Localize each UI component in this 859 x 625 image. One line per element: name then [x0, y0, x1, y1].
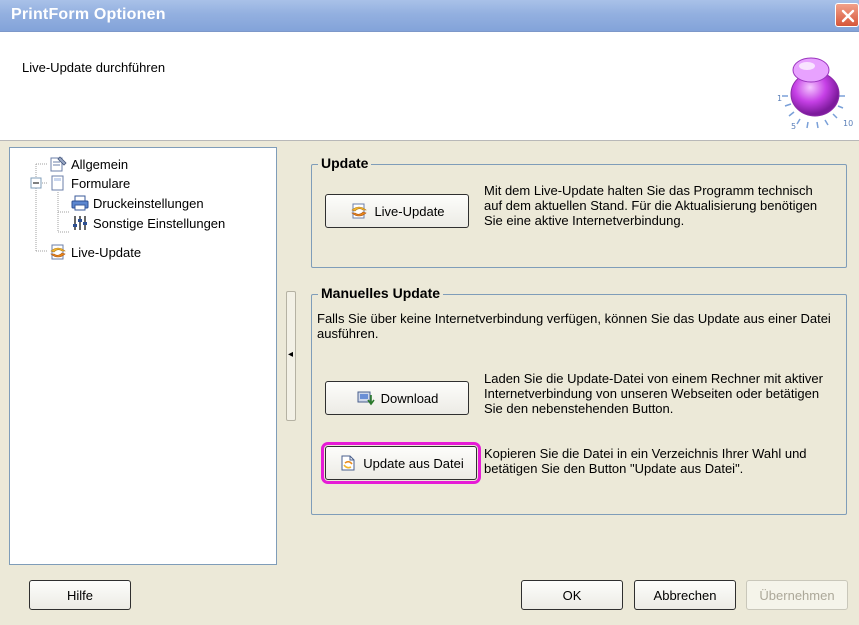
live-update-icon [50, 244, 66, 260]
manual-update-group-legend: Manuelles Update [318, 285, 444, 301]
tree-item-label: Druckeinstellungen [93, 195, 204, 211]
svg-text:1: 1 [777, 94, 782, 103]
form-page-icon [51, 175, 64, 191]
live-update-description: Mit dem Live-Update halten Sie das Progr… [484, 183, 818, 228]
settings-page-icon [50, 156, 67, 172]
chevron-left-icon: ◂ [288, 349, 294, 360]
manual-update-intro: Falls Sie über keine Internetverbindung … [317, 311, 831, 341]
tree-item-sonstige-einstellungen[interactable]: Sonstige Einstellungen [70, 213, 225, 233]
tree-item-label: Formulare [71, 175, 131, 191]
update-group-legend: Update [318, 155, 372, 171]
download-button[interactable]: Download [325, 381, 469, 415]
title-bar: PrintForm Optionen [0, 0, 859, 32]
tree-item-formulare[interactable]: Formulare [48, 173, 130, 193]
tree-item-label: Allgemein [71, 156, 129, 172]
download-button-label: Download [380, 390, 439, 406]
page-subtitle: Live-Update durchführen [22, 60, 166, 75]
sliders-icon [73, 216, 87, 230]
update-group: Update Live-Update Mit dem Live-Update h… [311, 155, 847, 268]
tree-item-druckeinstellungen[interactable]: Druckeinstellungen [70, 193, 204, 213]
update-from-file-button[interactable]: Update aus Datei [321, 442, 481, 484]
help-button[interactable]: Hilfe [29, 580, 131, 610]
close-button[interactable] [835, 3, 859, 27]
svg-text:10: 10 [843, 119, 853, 128]
window-title: PrintForm Optionen [11, 6, 166, 23]
download-icon [357, 391, 375, 406]
header-panel: Live-Update durchführen 1 5 10 [0, 32, 859, 141]
close-icon [841, 9, 855, 23]
live-update-button-label: Live-Update [374, 203, 445, 219]
live-update-icon [351, 203, 368, 219]
live-update-button[interactable]: Live-Update [325, 194, 469, 228]
ok-button[interactable]: OK [521, 580, 623, 610]
apply-button[interactable]: Übernehmen [746, 580, 848, 610]
download-description: Laden Sie die Update-Datei von einem Rec… [484, 371, 823, 416]
volume-knob-icon: 1 5 10 [777, 57, 853, 131]
tree-item-live-update[interactable]: Live-Update [48, 242, 141, 262]
tree-item-allgemein[interactable]: Allgemein [48, 154, 128, 174]
file-update-icon [341, 455, 355, 471]
printer-icon [71, 195, 89, 211]
tree-item-label: Live-Update [71, 244, 142, 260]
manual-update-group: Manuelles Update Falls Sie über keine In… [311, 285, 847, 515]
update-from-file-description: Kopieren Sie die Datei in ein Verzeichni… [484, 446, 807, 476]
panel-splitter[interactable]: ◂ [286, 291, 296, 421]
dialog-body: Allgemein Formulare Druckeinstellungen S… [0, 141, 859, 625]
cancel-button[interactable]: Abbrechen [634, 580, 736, 610]
svg-text:5: 5 [791, 122, 796, 131]
tree-item-label: Sonstige Einstellungen [93, 215, 226, 231]
update-from-file-button-label: Update aus Datei [363, 455, 464, 471]
settings-tree: Allgemein Formulare Druckeinstellungen S… [9, 147, 277, 565]
